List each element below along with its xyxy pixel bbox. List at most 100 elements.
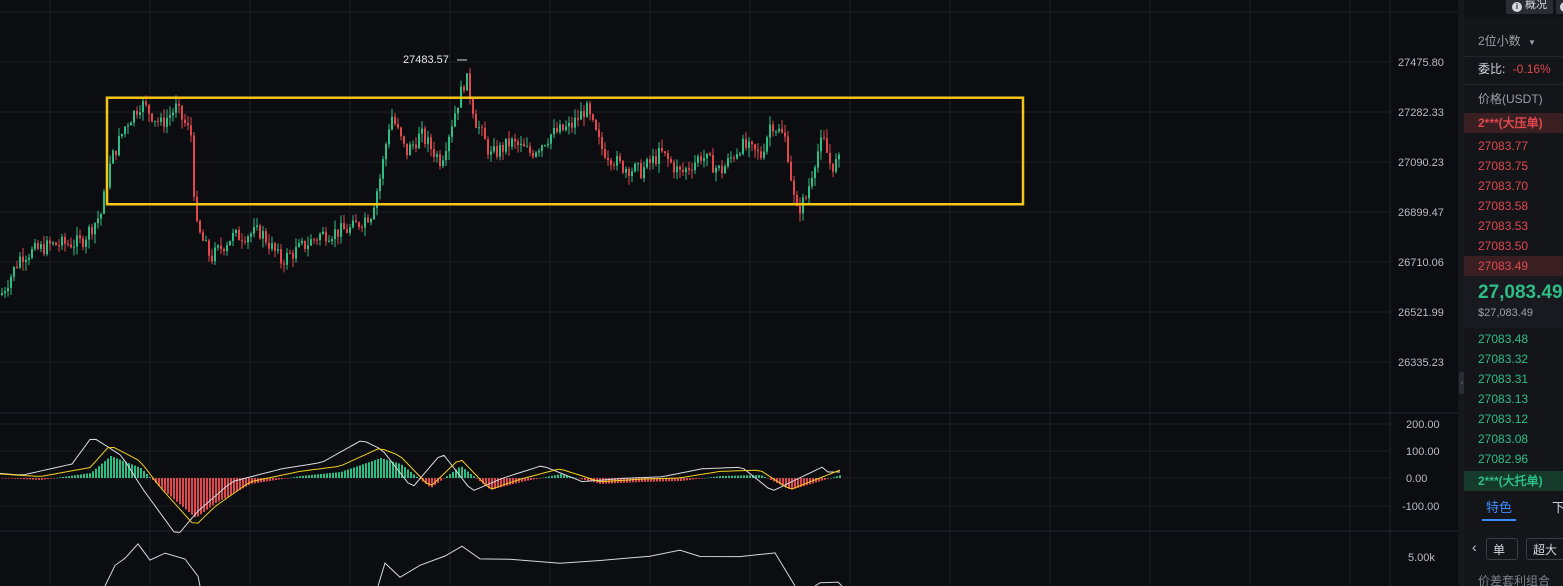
- candle-body: [253, 226, 255, 234]
- macd-bar: [248, 478, 250, 486]
- macd-bar: [161, 478, 163, 489]
- macd-bar: [50, 478, 52, 479]
- macd-bar: [578, 478, 580, 479]
- extra-button[interactable]: i: [1556, 0, 1563, 14]
- candlestick-chart[interactable]: 27475.80 27282.33 27090.23 26899.47 26710.06…: [0, 0, 1458, 586]
- candle-body: [706, 153, 708, 159]
- ask-row[interactable]: 27083.50: [1464, 236, 1563, 256]
- super-large-chip[interactable]: 超大: [1526, 538, 1563, 560]
- candle-body: [388, 129, 390, 145]
- macd-bar: [47, 478, 49, 480]
- macd-bar: [218, 478, 220, 502]
- candle-body: [319, 234, 321, 241]
- macd-bar: [29, 478, 31, 480]
- candle-body: [451, 126, 453, 137]
- ask-row[interactable]: 27083.75: [1464, 156, 1563, 176]
- candle-body: [505, 138, 507, 152]
- tab-special[interactable]: 特色: [1486, 497, 1512, 519]
- candle-body: [745, 138, 747, 149]
- price-tick-label: 27282.33: [1398, 107, 1444, 119]
- candle-body: [307, 245, 309, 250]
- macd-bar: [476, 478, 478, 479]
- decimals-select[interactable]: 2位小数 ▼: [1464, 31, 1563, 51]
- macd-bar: [713, 476, 715, 478]
- candle-body: [574, 117, 576, 128]
- macd-bar: [827, 478, 829, 479]
- macd-bar: [176, 478, 178, 502]
- order-chip[interactable]: 单: [1486, 538, 1518, 560]
- candle-body: [586, 103, 588, 118]
- chevron-left-icon[interactable]: ‹: [1472, 539, 1477, 555]
- ask-row[interactable]: 27083.49: [1464, 256, 1563, 276]
- spread-arbitrage-label[interactable]: 价差套利组合: [1478, 572, 1550, 586]
- volume-line: [377, 545, 796, 586]
- macd-bar: [539, 478, 541, 479]
- candle-body: [313, 239, 315, 241]
- ask-row[interactable]: 27083.58: [1464, 196, 1563, 216]
- candle-body: [718, 165, 720, 168]
- candle-body: [673, 162, 675, 173]
- candle-body: [640, 163, 642, 179]
- ask-row[interactable]: 27083.53: [1464, 216, 1563, 236]
- candle-body: [658, 148, 660, 164]
- macd-bar: [59, 477, 61, 478]
- price-tick-label: 27475.80: [1398, 57, 1444, 69]
- ask-row[interactable]: 27083.70: [1464, 176, 1563, 196]
- candle-body: [355, 220, 357, 223]
- chart-area[interactable]: 27475.80 27282.33 27090.23 26899.47 26710.06…: [0, 0, 1458, 586]
- macd-bar: [311, 474, 313, 478]
- macd-bar: [725, 475, 727, 478]
- tab-underline: [1482, 519, 1516, 521]
- candle-body: [466, 73, 468, 91]
- candle-body: [742, 138, 744, 154]
- candle-body: [145, 101, 147, 105]
- bid-row[interactable]: 27083.32: [1464, 349, 1563, 369]
- candle-body: [649, 159, 651, 163]
- candle-body: [703, 158, 705, 161]
- overview-button[interactable]: i 概况: [1506, 0, 1553, 14]
- bid-row[interactable]: 27083.12: [1464, 409, 1563, 429]
- bid-row[interactable]: 27083.13: [1464, 389, 1563, 409]
- candle-body: [334, 229, 336, 240]
- candle-body: [31, 248, 33, 258]
- candle-body: [178, 103, 180, 106]
- macd-bar: [407, 469, 409, 478]
- macd-bar: [557, 474, 559, 478]
- macd-bar: [53, 478, 55, 479]
- macd-bar: [11, 478, 13, 479]
- candle-body: [748, 141, 750, 149]
- candle-body: [772, 124, 774, 132]
- volume-line: [814, 581, 843, 586]
- macd-bar: [332, 472, 334, 478]
- ask-row[interactable]: 27083.77: [1464, 136, 1563, 156]
- macd-bar: [371, 461, 373, 478]
- tab-next[interactable]: 下: [1552, 497, 1563, 519]
- macd-bar: [86, 473, 88, 478]
- macd-bar: [35, 478, 37, 480]
- bid-row[interactable]: 27083.48: [1464, 329, 1563, 349]
- macd-bar: [5, 478, 7, 479]
- macd-bar: [431, 478, 433, 488]
- price-tick-label: 27090.23: [1398, 157, 1444, 169]
- candle-body: [133, 110, 135, 123]
- candle-body: [415, 144, 417, 149]
- candle-body: [127, 125, 129, 127]
- candle-body: [184, 119, 186, 124]
- candle-body: [175, 103, 177, 113]
- candle-body: [799, 205, 801, 214]
- macd-bar: [341, 471, 343, 478]
- candle-body: [562, 124, 564, 131]
- macd-bar: [695, 478, 697, 480]
- macd-bar: [182, 478, 184, 507]
- macd-bar: [602, 478, 604, 484]
- candle-body: [304, 240, 306, 250]
- bid-row[interactable]: 27082.96: [1464, 449, 1563, 469]
- candle-body: [511, 138, 513, 147]
- big-ask-row[interactable]: 2***(大压单): [1464, 113, 1563, 133]
- big-bid-row[interactable]: 2***(大托单): [1464, 471, 1563, 491]
- bid-row[interactable]: 27083.08: [1464, 429, 1563, 449]
- candle-body: [400, 127, 402, 137]
- price-tick-label: 26710.06: [1398, 257, 1444, 269]
- bid-row[interactable]: 27083.31: [1464, 369, 1563, 389]
- candle-body: [823, 137, 825, 139]
